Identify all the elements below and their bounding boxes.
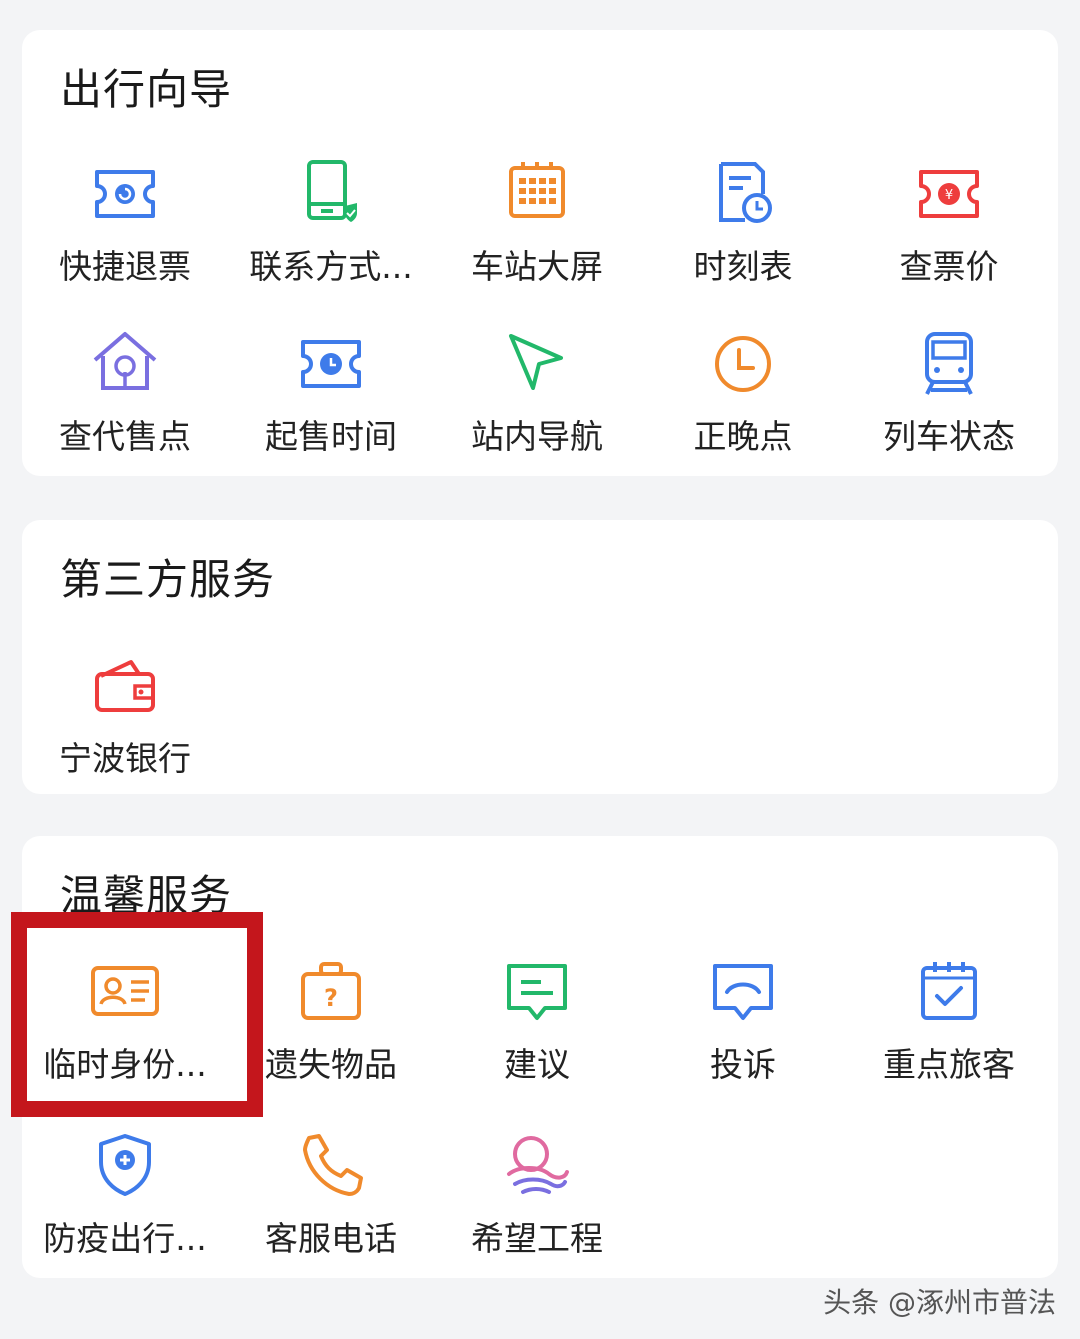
quick-refund-button[interactable]: 快捷退票 bbox=[22, 158, 228, 308]
agency-house-icon bbox=[93, 332, 157, 390]
item-label: 快捷退票 bbox=[59, 247, 191, 286]
item-label: 起售时间 bbox=[265, 417, 397, 456]
suggestion-message-icon bbox=[507, 964, 567, 1020]
phone-verified-icon bbox=[307, 160, 357, 222]
station-navigation-button[interactable]: 站内导航 bbox=[434, 328, 640, 478]
item-label: 车站大屏 bbox=[471, 247, 603, 286]
svg-text:?: ? bbox=[324, 984, 338, 1012]
item-label: 列车状态 bbox=[883, 417, 1015, 456]
phone-icon bbox=[303, 1134, 363, 1196]
item-label: 查票价 bbox=[899, 247, 999, 286]
ticket-price-button[interactable]: ¥ 查票价 bbox=[846, 158, 1052, 308]
travel-guide-card: 出行向导 快捷退票 联系方式... 车站大屏 时刻表 ¥ 查票价 查代售点 起售… bbox=[22, 30, 1058, 476]
item-label: 希望工程 bbox=[471, 1219, 603, 1258]
clock-icon bbox=[715, 336, 771, 392]
item-label: 建议 bbox=[504, 1045, 570, 1084]
item-label: 查代售点 bbox=[59, 417, 191, 456]
third-party-card: 第三方服务 宁波银行 bbox=[22, 520, 1058, 794]
timetable-icon bbox=[719, 162, 772, 223]
sale-time-ticket-icon bbox=[301, 340, 361, 388]
item-label: 时刻表 bbox=[693, 247, 793, 286]
hope-project-icon bbox=[507, 1136, 569, 1194]
station-screen-icon bbox=[509, 162, 565, 218]
item-label: 联系方式... bbox=[249, 247, 413, 286]
train-status-button[interactable]: 列车状态 bbox=[846, 328, 1052, 478]
section-title-third-party: 第三方服务 bbox=[60, 555, 276, 604]
svg-text:¥: ¥ bbox=[945, 188, 953, 203]
item-label: 重点旅客 bbox=[883, 1045, 1015, 1084]
item-label: 站内导航 bbox=[471, 417, 603, 456]
highlight-box bbox=[11, 912, 263, 1117]
item-label: 遗失物品 bbox=[265, 1045, 397, 1084]
punctuality-button[interactable]: 正晚点 bbox=[640, 328, 846, 478]
ticket-refund-icon bbox=[95, 170, 155, 218]
item-label: 宁波银行 bbox=[59, 739, 191, 778]
watermark: 头条 @涿州市普法 bbox=[823, 1286, 1056, 1319]
epidemic-travel-button[interactable]: 防疫出行... bbox=[22, 1130, 228, 1280]
section-title-travel-guide: 出行向导 bbox=[60, 65, 233, 114]
calendar-check-icon bbox=[921, 962, 977, 1020]
station-screen-button[interactable]: 车站大屏 bbox=[434, 158, 640, 308]
item-label: 客服电话 bbox=[265, 1219, 397, 1258]
agency-button[interactable]: 查代售点 bbox=[22, 328, 228, 478]
hope-project-button[interactable]: 希望工程 bbox=[434, 1130, 640, 1280]
contact-info-button[interactable]: 联系方式... bbox=[228, 158, 434, 308]
customer-service-phone-button[interactable]: 客服电话 bbox=[228, 1130, 434, 1280]
item-label: 正晚点 bbox=[693, 417, 793, 456]
lost-luggage-icon: ? bbox=[301, 962, 361, 1020]
sale-time-button[interactable]: 起售时间 bbox=[228, 328, 434, 478]
suggestion-button[interactable]: 建议 bbox=[434, 956, 640, 1106]
shield-plus-icon bbox=[99, 1134, 151, 1196]
complaint-message-icon bbox=[713, 964, 773, 1020]
complaint-button[interactable]: 投诉 bbox=[640, 956, 846, 1106]
ningbo-bank-button[interactable]: 宁波银行 bbox=[22, 650, 228, 800]
wallet-icon bbox=[95, 660, 155, 712]
item-label: 投诉 bbox=[710, 1045, 776, 1084]
key-passenger-button[interactable]: 重点旅客 bbox=[846, 956, 1052, 1106]
timetable-button[interactable]: 时刻表 bbox=[640, 158, 846, 308]
train-icon bbox=[925, 332, 973, 395]
navigation-arrow-icon bbox=[509, 334, 563, 390]
ticket-price-icon: ¥ bbox=[919, 170, 979, 218]
item-label: 防疫出行... bbox=[43, 1219, 207, 1258]
